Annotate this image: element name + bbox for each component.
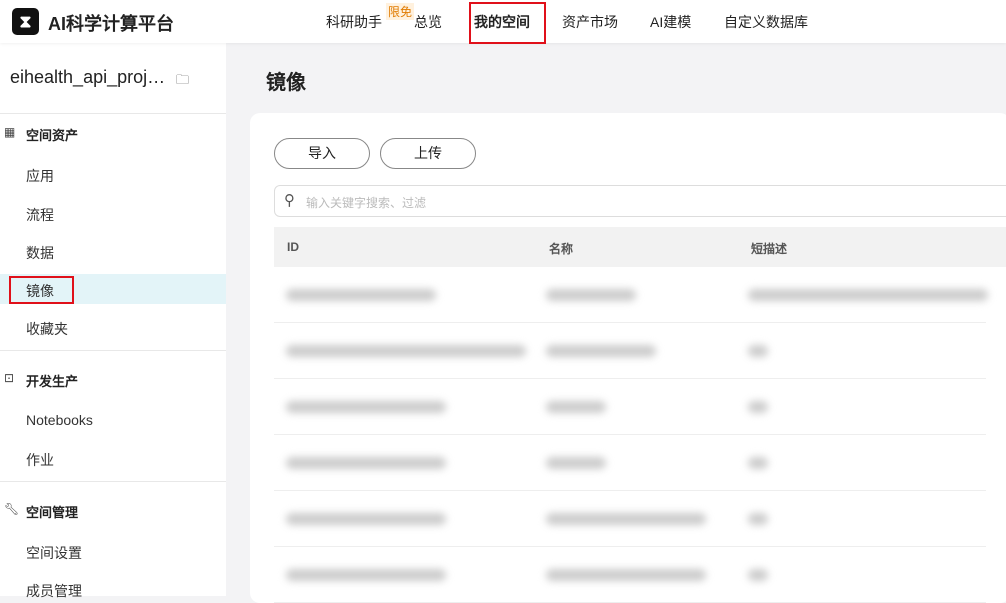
table-row[interactable] — [274, 547, 986, 603]
sidebar-item-jobs[interactable]: 作业 — [26, 450, 54, 470]
redacted-cell — [286, 457, 446, 469]
table-header: ID 名称 短描述 — [274, 227, 1006, 267]
sidebar-item-apps[interactable]: 应用 — [26, 166, 54, 186]
nav-asset-market[interactable]: 资产市场 — [562, 12, 618, 32]
wrench-icon: 🔧︎ — [4, 502, 20, 516]
page-title: 镜像 — [266, 72, 306, 94]
column-id[interactable]: ID — [287, 240, 299, 254]
section-space-assets: 空间资产 — [26, 128, 79, 143]
divider — [0, 113, 226, 114]
grid-icon: ▦ — [4, 125, 16, 139]
import-button[interactable]: 导入 — [274, 138, 370, 169]
redacted-cell — [546, 401, 606, 413]
sidebar-item-space-settings[interactable]: 空间设置 — [26, 543, 82, 563]
table-row[interactable] — [274, 323, 986, 379]
section-space-management: 空间管理 — [26, 505, 79, 520]
divider — [0, 350, 226, 351]
table-row[interactable] — [274, 267, 988, 323]
highlight-box — [9, 276, 74, 304]
sidebar: eihealth_api_proj… 🗀 ▦ 空间资产 应用 流程 数据 镜像 … — [0, 43, 226, 599]
table-row[interactable] — [274, 435, 986, 491]
search-icon: ⚲ — [284, 192, 295, 209]
nav-research-assistant[interactable]: 科研助手 — [326, 12, 382, 32]
redacted-cell — [286, 289, 436, 301]
redacted-cell — [546, 457, 606, 469]
divider — [0, 481, 226, 482]
brand-title: AI科学计算平台 — [48, 14, 174, 34]
sidebar-item-data[interactable]: 数据 — [26, 243, 54, 263]
nav-ai-modeling[interactable]: AI建模 — [650, 12, 691, 32]
section-dev-production: 开发生产 — [26, 374, 79, 389]
switch-folder-icon[interactable]: 🗀 — [176, 71, 189, 93]
sidebar-item-favorites[interactable]: 收藏夹 — [26, 319, 68, 339]
redacted-cell — [546, 513, 706, 525]
redacted-cell — [546, 345, 656, 357]
table-row[interactable] — [274, 491, 986, 547]
redacted-cell — [748, 513, 768, 525]
redacted-cell — [286, 401, 446, 413]
redacted-cell — [748, 345, 768, 357]
redacted-cell — [748, 289, 988, 301]
nav-custom-database[interactable]: 自定义数据库 — [724, 12, 808, 32]
redacted-cell — [286, 345, 526, 357]
redacted-cell — [748, 401, 768, 413]
redacted-cell — [748, 569, 768, 581]
sidebar-item-workflows[interactable]: 流程 — [26, 205, 54, 225]
sidebar-item-notebooks[interactable]: Notebooks — [26, 412, 93, 428]
free-badge: 限免 — [386, 3, 415, 20]
upload-button[interactable]: 上传 — [380, 138, 476, 169]
redacted-cell — [748, 457, 768, 469]
highlight-box — [469, 2, 546, 44]
search-input[interactable]: ⚲ 输入关键字搜索、过滤 — [274, 185, 1006, 217]
sidebar-item-members[interactable]: 成员管理 — [26, 581, 82, 601]
column-description[interactable]: 短描述 — [751, 240, 787, 257]
column-name[interactable]: 名称 — [549, 240, 573, 257]
table-row[interactable] — [274, 379, 986, 435]
nav-overview[interactable]: 总览 — [414, 12, 442, 32]
redacted-cell — [546, 289, 636, 301]
logo-icon: ⧗ — [12, 8, 39, 35]
project-name[interactable]: eihealth_api_proj… — [10, 67, 165, 88]
search-placeholder: 输入关键字搜索、过滤 — [306, 196, 427, 210]
redacted-cell — [286, 569, 446, 581]
redacted-cell — [286, 513, 446, 525]
terminal-icon: ⊡ — [4, 371, 15, 385]
redacted-cell — [546, 569, 706, 581]
